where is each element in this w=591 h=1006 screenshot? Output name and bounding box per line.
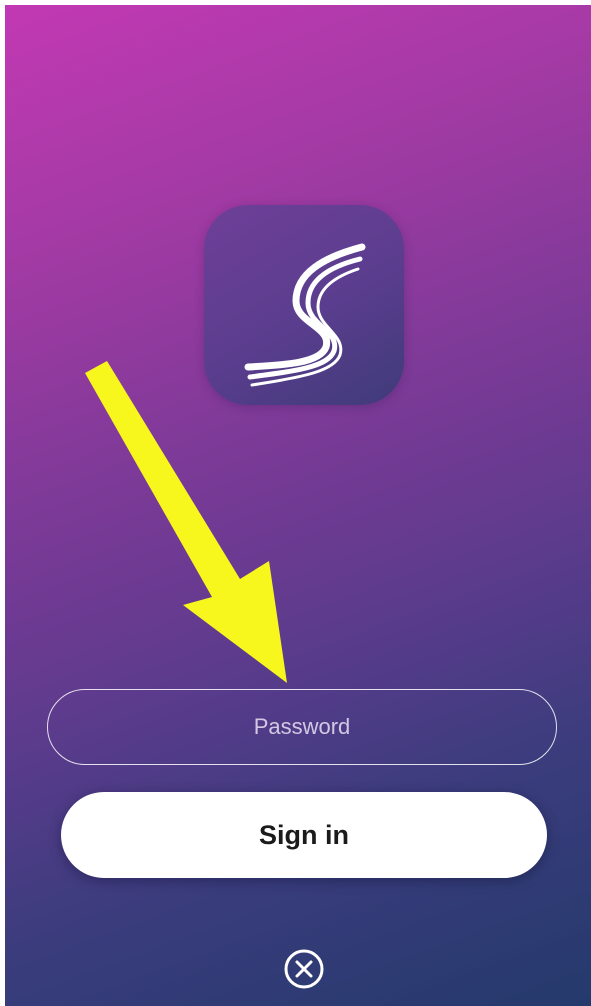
close-button[interactable] (282, 947, 326, 991)
sign-in-button[interactable]: Sign in (61, 792, 547, 878)
password-field[interactable] (47, 689, 557, 765)
login-screen: Sign in (5, 5, 591, 1006)
app-logo (204, 205, 404, 405)
close-circle-icon (284, 949, 324, 989)
swoosh-s-logo-icon (244, 243, 366, 387)
